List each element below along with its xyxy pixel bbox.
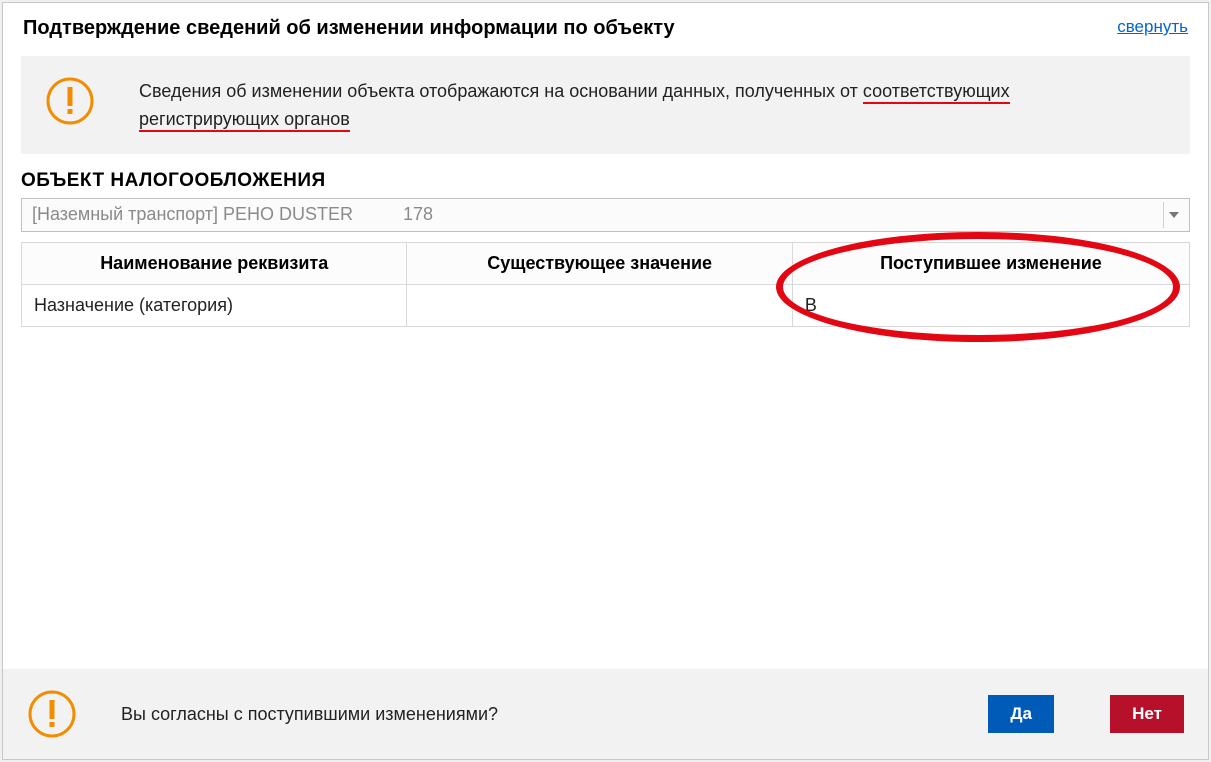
info-underlined-1: соответствующих — [863, 81, 1010, 104]
cell-incoming: В — [792, 284, 1189, 326]
info-banner: Сведения об изменении объекта отображают… — [21, 56, 1190, 154]
table-row: Назначение (категория) В — [22, 284, 1190, 326]
info-text-prefix: Сведения об изменении объекта отображают… — [139, 81, 863, 101]
col-header-name: Наименование реквизита — [22, 242, 407, 284]
footer-question: Вы согласны с поступившими изменениями? — [121, 704, 944, 725]
section-label: ОБЪЕКТ НАЛОГООБЛОЖЕНИЯ — [21, 170, 1190, 192]
changes-table: Наименование реквизита Существующее знач… — [21, 242, 1190, 327]
info-underlined-2: регистрирующих органов — [139, 109, 350, 132]
dialog-header: Подтверждение сведений об изменении инфо… — [3, 3, 1208, 52]
col-header-incoming: Поступившее изменение — [792, 242, 1189, 284]
cell-name: Назначение (категория) — [22, 284, 407, 326]
dialog-title: Подтверждение сведений об изменении инфо… — [23, 17, 675, 40]
table-header-row: Наименование реквизита Существующее знач… — [22, 242, 1190, 284]
warning-icon — [45, 76, 95, 126]
no-button[interactable]: Нет — [1110, 695, 1184, 733]
cell-existing — [407, 284, 792, 326]
footer-banner: Вы согласны с поступившими изменениями? … — [3, 669, 1208, 759]
collapse-link[interactable]: свернуть — [1117, 17, 1188, 37]
warning-icon — [27, 689, 77, 739]
info-text: Сведения об изменении объекта отображают… — [139, 76, 1010, 134]
object-select[interactable]: [Наземный транспорт] РЕНО DUSTER 178 — [21, 198, 1190, 232]
object-select-value: [Наземный транспорт] РЕНО DUSTER 178 — [32, 204, 433, 225]
yes-button[interactable]: Да — [988, 695, 1054, 733]
chevron-down-icon — [1163, 202, 1183, 228]
col-header-existing: Существующее значение — [407, 242, 792, 284]
confirmation-dialog: Подтверждение сведений об изменении инфо… — [2, 2, 1209, 760]
object-select-row: [Наземный транспорт] РЕНО DUSTER 178 — [21, 198, 1190, 232]
